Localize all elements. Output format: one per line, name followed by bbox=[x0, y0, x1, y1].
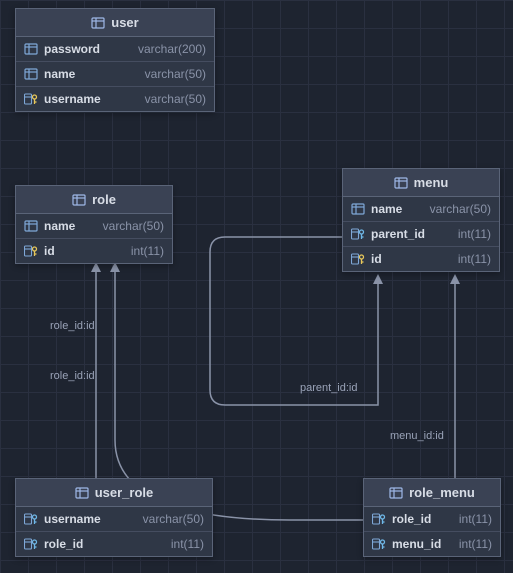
column-name: role_id bbox=[44, 537, 83, 551]
column-row: parent_id int(11) bbox=[343, 222, 499, 247]
column-row: name varchar(50) bbox=[16, 62, 214, 87]
table-header: user_role bbox=[16, 479, 212, 507]
column-type: int(11) bbox=[459, 512, 492, 526]
column-name: role_id bbox=[392, 512, 431, 526]
column-type: int(11) bbox=[458, 252, 491, 266]
column-row: id int(11) bbox=[343, 247, 499, 271]
column-name: menu_id bbox=[392, 537, 441, 551]
table-title: menu bbox=[414, 175, 449, 190]
key-icon bbox=[24, 92, 38, 106]
column-name: name bbox=[371, 202, 402, 216]
table-user[interactable]: user password varchar(200) name varchar(… bbox=[15, 8, 215, 112]
table-title: role bbox=[92, 192, 116, 207]
fk-icon bbox=[372, 537, 386, 551]
table-icon bbox=[394, 176, 408, 190]
key-icon bbox=[351, 252, 365, 266]
column-row: id int(11) bbox=[16, 239, 172, 263]
column-type: int(11) bbox=[171, 537, 204, 551]
table-icon bbox=[72, 193, 86, 207]
column-name: username bbox=[44, 512, 101, 526]
column-row: password varchar(200) bbox=[16, 37, 214, 62]
table-icon bbox=[389, 486, 403, 500]
column-type: varchar(50) bbox=[145, 67, 206, 81]
table-role[interactable]: role name varchar(50) id int(11) bbox=[15, 185, 173, 264]
fk-icon bbox=[24, 537, 38, 551]
column-row: role_id int(11) bbox=[364, 507, 500, 532]
column-name: name bbox=[44, 67, 75, 81]
column-icon bbox=[351, 202, 365, 216]
column-row: name varchar(50) bbox=[16, 214, 172, 239]
table-header: menu bbox=[343, 169, 499, 197]
column-type: varchar(50) bbox=[103, 219, 164, 233]
table-header: role bbox=[16, 186, 172, 214]
fk-icon bbox=[24, 512, 38, 526]
table-header: user bbox=[16, 9, 214, 37]
table-title: user_role bbox=[95, 485, 154, 500]
rel-label: role_id:id bbox=[50, 370, 95, 382]
column-type: int(11) bbox=[459, 537, 492, 551]
fk-icon bbox=[351, 227, 365, 241]
table-title: role_menu bbox=[409, 485, 475, 500]
rel-label: parent_id:id bbox=[300, 382, 358, 394]
column-name: id bbox=[44, 244, 55, 258]
table-role-menu[interactable]: role_menu role_id int(11) menu_id int(11… bbox=[363, 478, 501, 557]
table-header: role_menu bbox=[364, 479, 500, 507]
column-type: int(11) bbox=[131, 244, 164, 258]
table-icon bbox=[75, 486, 89, 500]
column-type: varchar(50) bbox=[430, 202, 491, 216]
column-name: parent_id bbox=[371, 227, 425, 241]
key-icon bbox=[24, 244, 38, 258]
column-name: name bbox=[44, 219, 75, 233]
column-type: varchar(50) bbox=[145, 92, 206, 106]
column-icon bbox=[24, 67, 38, 81]
column-icon bbox=[24, 219, 38, 233]
column-row: username varchar(50) bbox=[16, 87, 214, 111]
fk-icon bbox=[372, 512, 386, 526]
column-row: menu_id int(11) bbox=[364, 532, 500, 556]
column-row: name varchar(50) bbox=[343, 197, 499, 222]
rel-label: role_id:id bbox=[50, 320, 95, 332]
column-row: role_id int(11) bbox=[16, 532, 212, 556]
column-type: int(11) bbox=[458, 227, 491, 241]
table-menu[interactable]: menu name varchar(50) parent_id int(11) … bbox=[342, 168, 500, 272]
rel-label: menu_id:id bbox=[390, 430, 444, 442]
column-type: varchar(200) bbox=[138, 42, 206, 56]
column-type: varchar(50) bbox=[143, 512, 204, 526]
column-name: username bbox=[44, 92, 101, 106]
table-icon bbox=[91, 16, 105, 30]
column-name: password bbox=[44, 42, 100, 56]
column-row: username varchar(50) bbox=[16, 507, 212, 532]
column-name: id bbox=[371, 252, 382, 266]
table-user-role[interactable]: user_role username varchar(50) role_id i… bbox=[15, 478, 213, 557]
table-title: user bbox=[111, 15, 138, 30]
column-icon bbox=[24, 42, 38, 56]
